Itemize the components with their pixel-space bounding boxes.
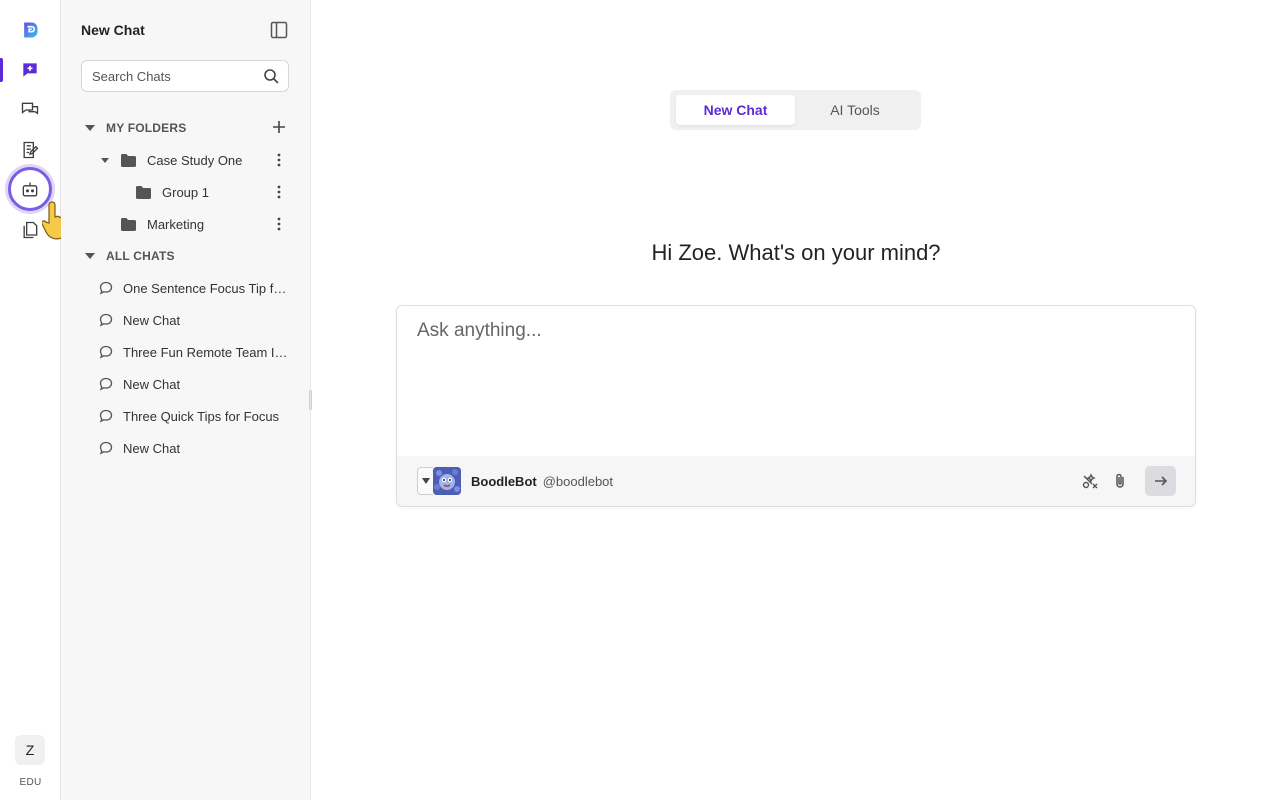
chat-bubble-icon: [99, 281, 113, 295]
add-folder-icon[interactable]: [271, 119, 287, 135]
list-item[interactable]: Three Fun Remote Team Ideas: [99, 340, 289, 364]
more-options-icon[interactable]: [273, 216, 285, 232]
chevron-down-icon: [85, 125, 95, 131]
avatar[interactable]: Z: [15, 735, 45, 765]
notes-icon[interactable]: [10, 130, 50, 170]
sidebar: New Chat MY FOLDERS Case Study One Group…: [61, 0, 311, 800]
list-item[interactable]: New Chat: [99, 308, 289, 332]
search-input[interactable]: [92, 61, 257, 91]
list-item[interactable]: One Sentence Focus Tip for Work: [99, 276, 289, 300]
chat-title: Three Fun Remote Team Ideas: [123, 344, 289, 360]
all-chats-label: ALL CHATS: [106, 249, 175, 263]
rail-active-indicator: [0, 58, 3, 82]
bot-name: BoodleBot: [471, 473, 537, 489]
arrow-right-icon: [1154, 476, 1167, 486]
composer-toolbar: BoodleBot @boodlebot: [397, 456, 1195, 506]
chat-title: One Sentence Focus Tip for Work: [123, 280, 289, 296]
my-folders-label: MY FOLDERS: [106, 121, 187, 135]
avatar-initial: Z: [25, 742, 35, 758]
send-button[interactable]: [1145, 466, 1176, 496]
folder-item-group-1[interactable]: Group 1: [136, 180, 209, 204]
sidebar-resize-handle[interactable]: [309, 390, 312, 410]
more-options-icon[interactable]: [273, 184, 285, 200]
folder-item-case-study-one[interactable]: Case Study One: [101, 148, 242, 172]
chevron-down-icon[interactable]: [101, 157, 109, 163]
message-input[interactable]: [417, 320, 1177, 440]
clear-context-icon[interactable]: [1081, 472, 1099, 490]
folder-label: Group 1: [162, 184, 209, 200]
mode-tabs: New Chat AI Tools: [670, 90, 921, 130]
chat-title: New Chat: [123, 440, 181, 456]
all-chats-header[interactable]: ALL CHATS: [85, 249, 175, 263]
folder-icon: [136, 185, 151, 199]
greeting-heading: Hi Zoe. What's on your mind?: [651, 240, 941, 265]
chat-bubble-icon: [99, 313, 113, 327]
tab-new-chat[interactable]: New Chat: [676, 95, 795, 125]
my-folders-header[interactable]: MY FOLDERS: [85, 121, 186, 135]
chats-icon[interactable]: [10, 90, 50, 130]
chat-bubble-icon: [99, 409, 113, 423]
chevron-down-icon: [421, 478, 430, 484]
folder-label: Case Study One: [147, 152, 243, 168]
sidebar-title: New Chat: [81, 22, 145, 38]
search-icon[interactable]: [263, 68, 279, 84]
bot-avatar: [433, 467, 461, 495]
more-options-icon[interactable]: [273, 152, 285, 168]
tab-ai-tools[interactable]: AI Tools: [795, 95, 915, 125]
list-item[interactable]: Three Quick Tips for Focus: [99, 404, 289, 428]
chat-composer: BoodleBot @boodlebot: [396, 305, 1196, 507]
bot-handle: @boodlebot: [542, 473, 614, 489]
bot-dropdown-toggle[interactable]: [417, 467, 433, 495]
sidebar-toggle-icon[interactable]: [270, 21, 288, 39]
paperclip-icon[interactable]: [1111, 472, 1129, 490]
chat-bubble-icon: [99, 441, 113, 455]
folder-icon: [121, 217, 136, 231]
logo-icon[interactable]: [10, 10, 50, 50]
folder-item-marketing[interactable]: Marketing: [121, 212, 204, 236]
chat-title: New Chat: [123, 376, 181, 392]
chat-title: New Chat: [123, 312, 181, 328]
search-box: [81, 60, 289, 92]
list-item[interactable]: New Chat: [99, 372, 289, 396]
chat-bubble-icon: [99, 377, 113, 391]
folder-icon: [121, 153, 136, 167]
folder-label: Marketing: [147, 216, 205, 232]
plan-label: EDU: [19, 777, 42, 788]
bot-selector[interactable]: BoodleBot @boodlebot: [417, 466, 613, 496]
list-item[interactable]: New Chat: [99, 436, 289, 460]
new-chat-icon[interactable]: [10, 50, 50, 90]
chat-bubble-icon: [99, 345, 113, 359]
icon-rail: Z EDU: [0, 0, 68, 800]
chat-title: Three Quick Tips for Focus: [123, 408, 280, 424]
chevron-down-icon: [85, 253, 95, 259]
